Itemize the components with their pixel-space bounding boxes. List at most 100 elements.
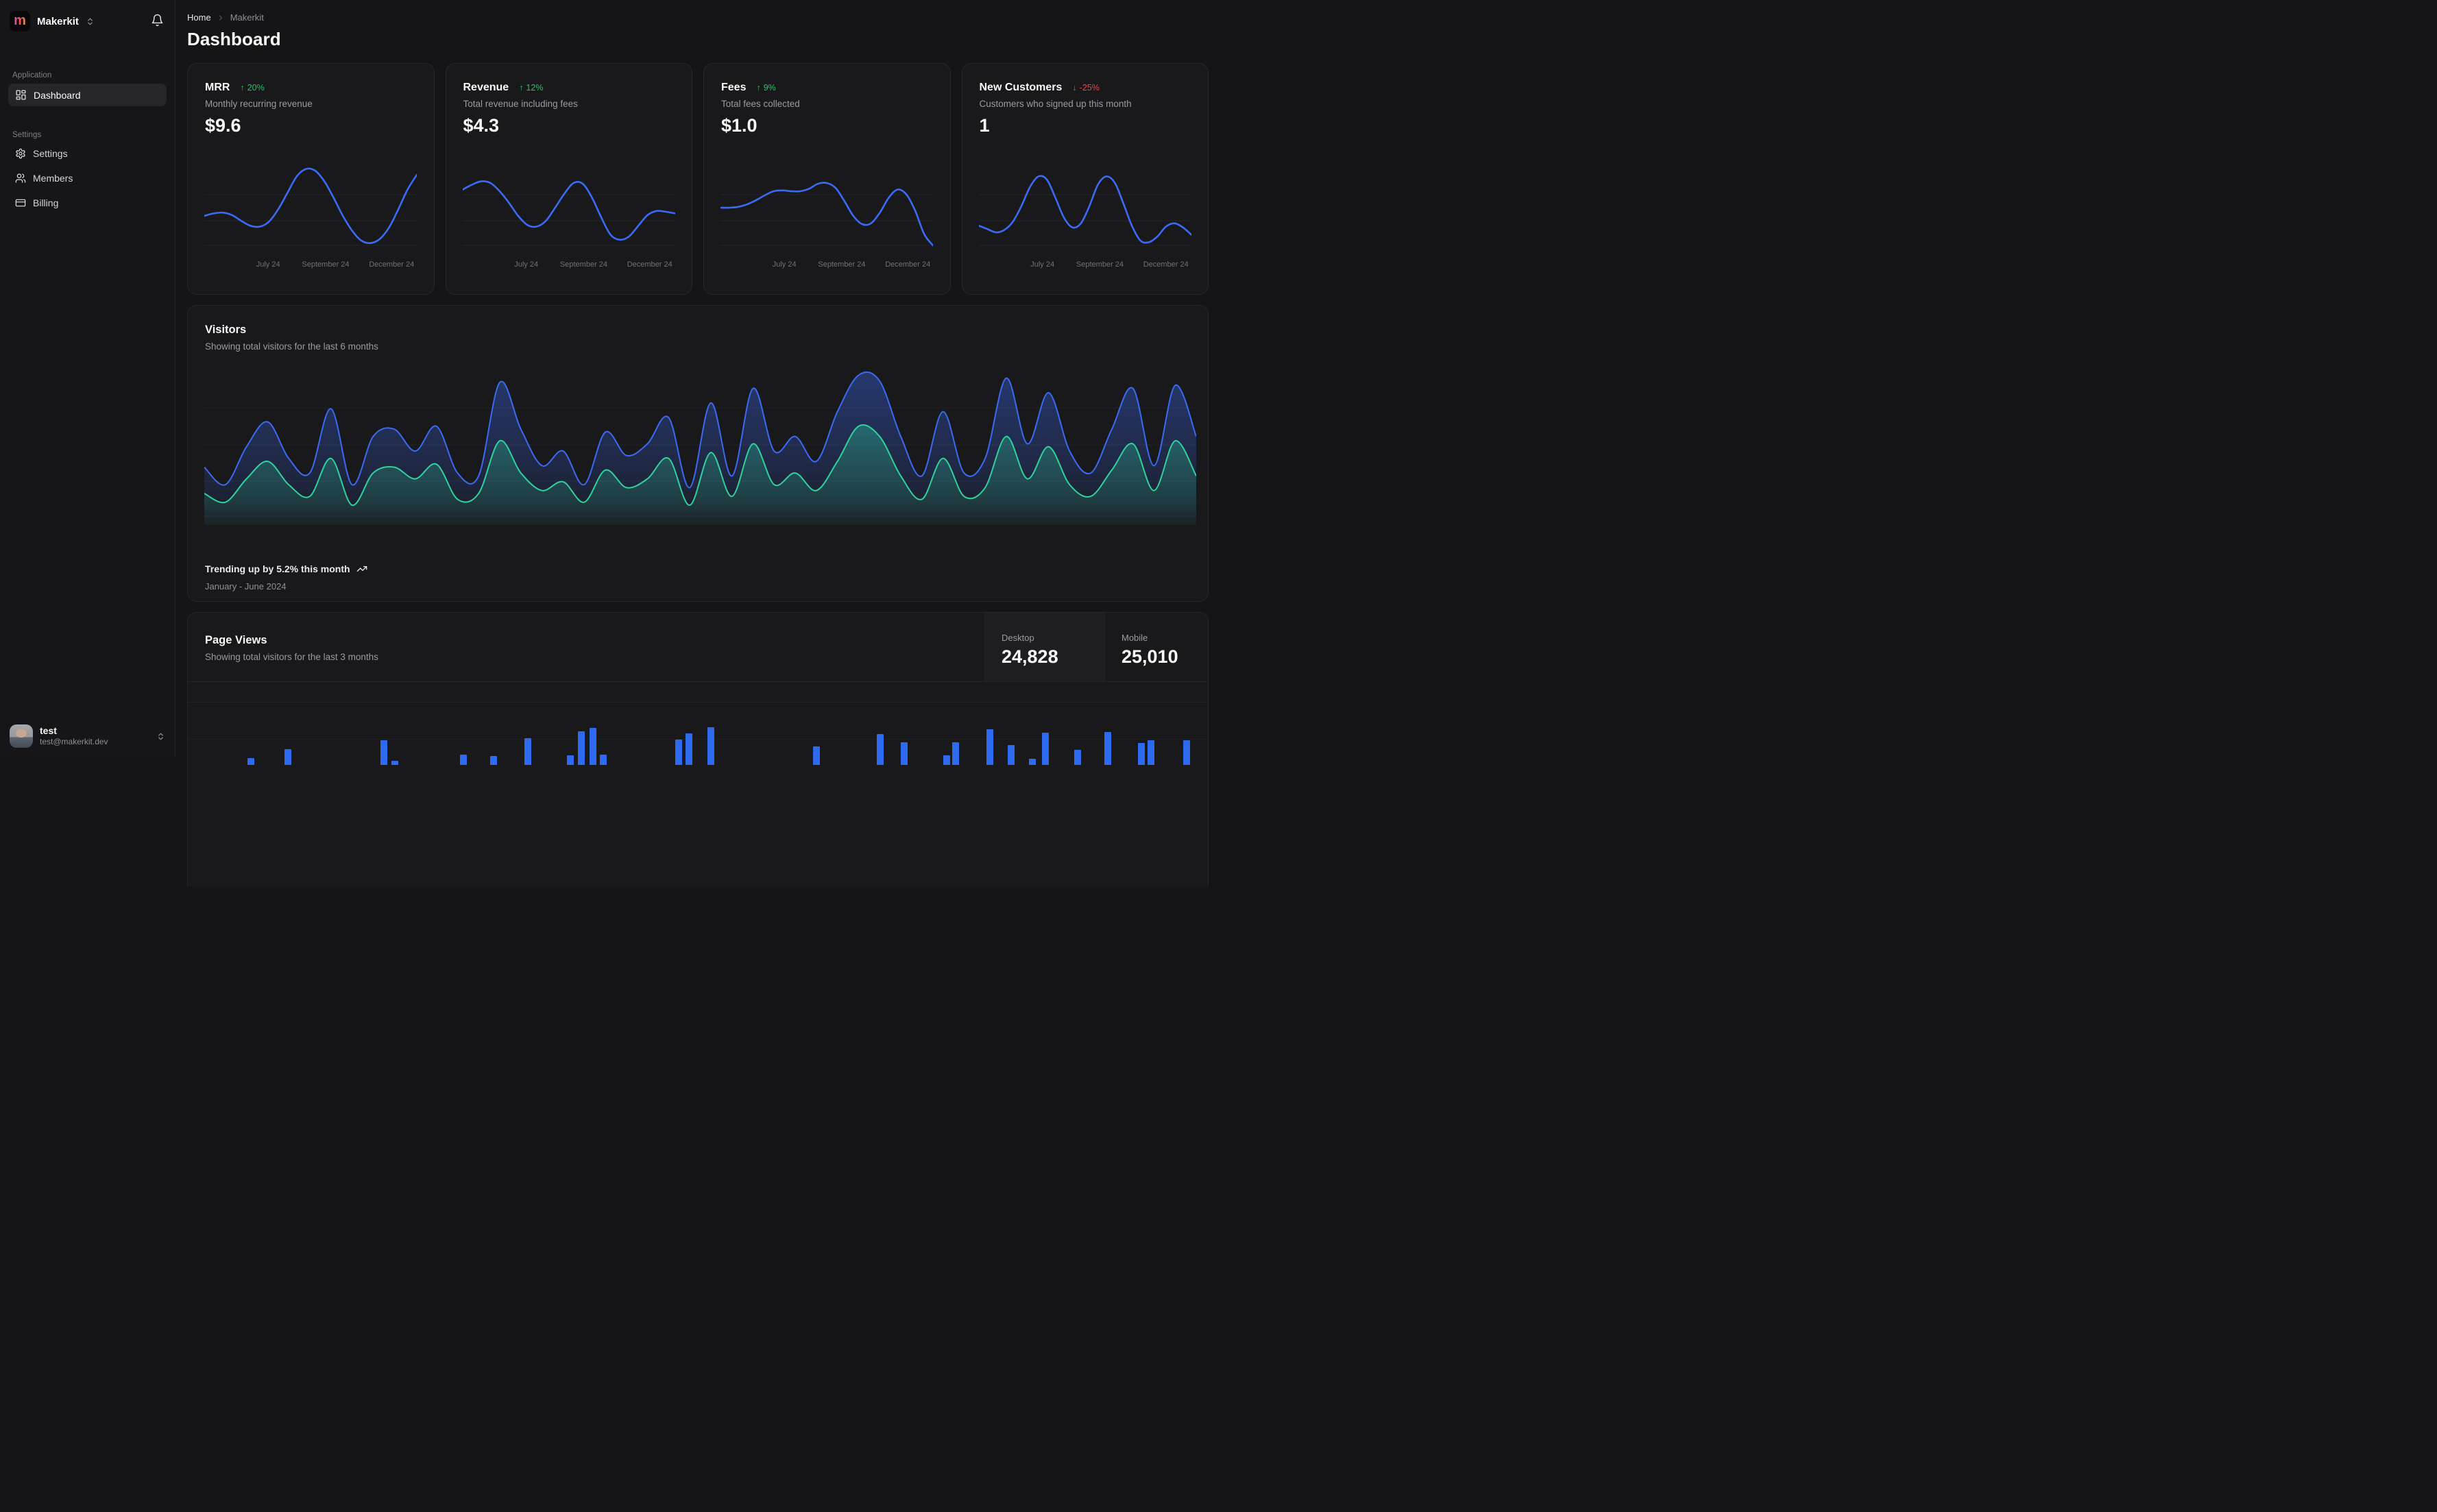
page-views-bar [812, 746, 820, 765]
sidebar-item-label: Members [33, 172, 73, 184]
gear-icon [15, 148, 26, 159]
x-axis-tick: December 24 [369, 260, 415, 269]
stat-card-x-axis: July 24 September 24 December 24 [720, 260, 934, 271]
x-axis-tick: July 24 [1030, 260, 1055, 269]
trending-up-icon [356, 563, 367, 574]
user-info: test test@makerkit.dev [40, 725, 108, 747]
page-views-bar [1138, 743, 1145, 765]
stat-card-subtitle: Total fees collected [721, 99, 800, 109]
page-views-bar [943, 755, 951, 765]
sidebar-item-settings[interactable]: Settings [8, 143, 167, 163]
stat-card-x-axis: July 24 September 24 December 24 [979, 260, 1192, 271]
chevrons-up-down-icon [86, 17, 95, 26]
page-views-card: Page Views Showing total visitors for th… [187, 612, 1209, 886]
tab-desktop-value: 24,828 [1002, 646, 1058, 667]
stat-card-new-customers: New Customers ↓ -25% Customers who signed u… [961, 63, 1209, 295]
user-email: test@makerkit.dev [40, 737, 108, 747]
team-name: Makerkit [37, 15, 79, 27]
stat-card-change: ↑ 9% [756, 83, 775, 93]
tab-mobile-value: 25,010 [1121, 646, 1178, 667]
page-views-bar-chart [188, 682, 1208, 765]
breadcrumb: Home Makerkit [187, 12, 1209, 23]
stat-card-subtitle: Monthly recurring revenue [205, 99, 313, 109]
chevrons-up-down-icon [156, 732, 165, 741]
sidebar-section-application: Application [12, 71, 52, 80]
page-views-bar [952, 742, 960, 765]
page-views-bar [685, 733, 692, 765]
sidebar-item-label: Billing [33, 197, 59, 208]
stat-card-change-value: 9% [763, 83, 776, 93]
stat-card-title-row: MRR ↑ 20% [205, 82, 417, 94]
stat-card-change: ↑ 12% [519, 83, 543, 93]
page-views-bar [1074, 750, 1081, 765]
tab-desktop[interactable]: Desktop 24,828 [984, 613, 1104, 681]
page-views-bar [1104, 732, 1112, 765]
stat-card-grid: MRR ↑ 20% Monthly recurring revenue $9.6 July… [187, 63, 1209, 295]
stat-card-x-axis: July 24 September 24 December 24 [463, 260, 676, 271]
page-views-bar [877, 734, 884, 765]
breadcrumb-home-link[interactable]: Home [187, 12, 211, 23]
sidebar-item-label: Settings [33, 147, 68, 159]
page-title: Dashboard [187, 29, 281, 49]
app-root: m Makerkit Application Dashboard Setting… [0, 0, 1219, 886]
stat-card-change-value: 20% [247, 83, 265, 93]
stat-card-mrr: MRR ↑ 20% Monthly recurring revenue $9.6 July… [187, 63, 435, 295]
stat-card-sparkline [462, 180, 675, 246]
page-views-bar [1007, 745, 1015, 765]
stat-card-title-row: Fees ↑ 9% [721, 82, 933, 94]
visitors-subtitle: Showing total visitors for the last 6 mo… [205, 341, 378, 352]
x-axis-tick: September 24 [559, 260, 608, 269]
stat-card-subtitle: Customers who signed up this month [979, 99, 1132, 109]
page-views-bar [567, 755, 574, 765]
sidebar-item-label: Dashboard [34, 89, 81, 101]
arrow-up-icon: ↑ [519, 83, 524, 93]
stat-card-change-value: -25% [1079, 83, 1100, 93]
page-views-bar [1029, 759, 1036, 765]
stat-card-title-row: New Customers ↓ -25% [980, 82, 1191, 94]
page-views-bar [578, 731, 585, 765]
stat-card-value: 1 [979, 115, 990, 136]
arrow-up-icon: ↑ [240, 83, 245, 93]
tab-desktop-label: Desktop [1002, 633, 1034, 643]
notifications-button[interactable] [149, 12, 165, 30]
stat-card-title: Revenue [463, 82, 509, 93]
page-views-bar [1183, 740, 1190, 765]
tab-mobile-label: Mobile [1121, 633, 1148, 643]
gridline [188, 702, 1208, 703]
sidebar-item-members[interactable]: Members [8, 168, 167, 188]
sidebar-item-billing[interactable]: Billing [8, 193, 167, 212]
stat-card-revenue: Revenue ↑ 12% Total revenue including fees $… [445, 63, 692, 295]
stat-card-change: ↓ -25% [1072, 83, 1099, 93]
arrow-up-icon: ↑ [756, 83, 761, 93]
layout-grid-icon [15, 89, 27, 101]
team-selector[interactable]: m Makerkit [0, 0, 175, 32]
x-axis-tick: July 24 [514, 260, 539, 269]
visitors-title: Visitors [205, 324, 247, 336]
user-menu[interactable]: test test@makerkit.dev [0, 716, 175, 756]
bell-icon [151, 14, 164, 29]
page-views-bar [490, 756, 498, 765]
sidebar-nav-application: Dashboard [0, 80, 175, 106]
tab-mobile[interactable]: Mobile 25,010 [1104, 613, 1208, 681]
page-views-bar [284, 749, 291, 765]
arrow-down-icon: ↓ [1072, 83, 1077, 93]
page-views-header-text: Page Views Showing total visitors for th… [188, 613, 984, 681]
visitors-period: January - June 2024 [205, 581, 287, 592]
stat-card-sparkline [204, 167, 417, 246]
visitors-card: Visitors Showing total visitors for the … [187, 305, 1209, 602]
stat-card-change-value: 12% [526, 83, 544, 93]
visitors-area-chart [204, 371, 1196, 525]
stat-card-value: $9.6 [205, 115, 241, 136]
stat-card-x-axis: July 24 September 24 December 24 [204, 260, 417, 271]
x-axis-tick: September 24 [1076, 260, 1124, 269]
stat-card-change: ↑ 20% [240, 83, 264, 93]
page-views-bar [589, 728, 596, 765]
stat-card-title: New Customers [979, 82, 1063, 93]
sidebar-item-dashboard[interactable]: Dashboard [8, 84, 167, 106]
users-icon [15, 173, 26, 184]
page-views-bar [707, 727, 715, 765]
x-axis-tick: December 24 [1143, 260, 1189, 269]
main-content: Home Makerkit Dashboard MRR ↑ 20% Monthly r… [175, 0, 1219, 886]
visitors-trend-row: Trending up by 5.2% this month [205, 563, 367, 574]
x-axis-tick: September 24 [818, 260, 866, 269]
